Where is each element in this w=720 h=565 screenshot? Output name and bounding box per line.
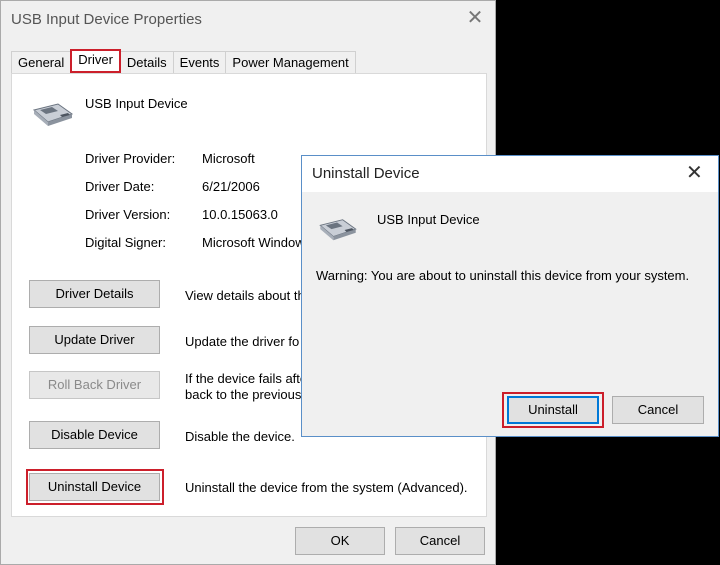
dialog-device-name: USB Input Device <box>377 212 480 227</box>
driver-provider-label: Driver Provider: <box>85 151 176 166</box>
uninstall-device-dialog: Uninstall Device ✕ USB Input Device Warn… <box>301 155 719 437</box>
uninstall-button[interactable]: Uninstall <box>507 396 599 424</box>
usb-device-icon <box>32 100 74 133</box>
tab-details[interactable]: Details <box>119 51 174 73</box>
update-driver-button[interactable]: Update Driver <box>29 326 160 354</box>
usb-device-icon <box>318 216 358 247</box>
uninstall-device-button[interactable]: Uninstall Device <box>29 473 160 501</box>
disable-device-button[interactable]: Disable Device <box>29 421 160 449</box>
update-driver-description: Update the driver fo <box>185 334 300 349</box>
ok-button[interactable]: OK <box>295 527 385 555</box>
roll-back-driver-button: Roll Back Driver <box>29 371 160 399</box>
uninstall-device-description: Uninstall the device from the system (Ad… <box>185 480 468 495</box>
driver-details-button[interactable]: Driver Details <box>29 280 160 308</box>
dialog-title: Uninstall Device <box>312 165 420 182</box>
device-name: USB Input Device <box>85 96 188 111</box>
tab-general[interactable]: General <box>11 51 72 73</box>
driver-date-label: Driver Date: <box>85 179 155 194</box>
window-title: USB Input Device Properties <box>11 11 202 28</box>
driver-version-value: 10.0.15063.0 <box>202 207 278 222</box>
dialog-cancel-button[interactable]: Cancel <box>612 396 704 424</box>
driver-details-description: View details about th <box>185 288 305 303</box>
tab-power-management[interactable]: Power Management <box>225 51 356 73</box>
driver-provider-value: Microsoft <box>202 151 255 166</box>
driver-version-label: Driver Version: <box>85 207 171 222</box>
close-icon[interactable]: ✕ <box>686 160 703 185</box>
dialog-titlebar: Uninstall Device ✕ <box>302 156 718 192</box>
cancel-button[interactable]: Cancel <box>395 527 485 555</box>
tab-bar: General Driver Details Events Power Mana… <box>11 49 356 73</box>
uninstall-warning-text: Warning: You are about to uninstall this… <box>316 268 690 283</box>
tab-driver[interactable]: Driver <box>70 49 121 73</box>
disable-device-description: Disable the device. <box>185 429 295 444</box>
roll-back-description-line2: back to the previous <box>185 387 302 402</box>
tab-events[interactable]: Events <box>172 51 227 73</box>
close-icon[interactable]: ✕ <box>463 7 487 31</box>
driver-date-value: 6/21/2006 <box>202 179 260 194</box>
digital-signer-value: Microsoft Window <box>202 235 305 250</box>
roll-back-description-line1: If the device fails afte <box>185 371 308 386</box>
digital-signer-label: Digital Signer: <box>85 235 166 250</box>
